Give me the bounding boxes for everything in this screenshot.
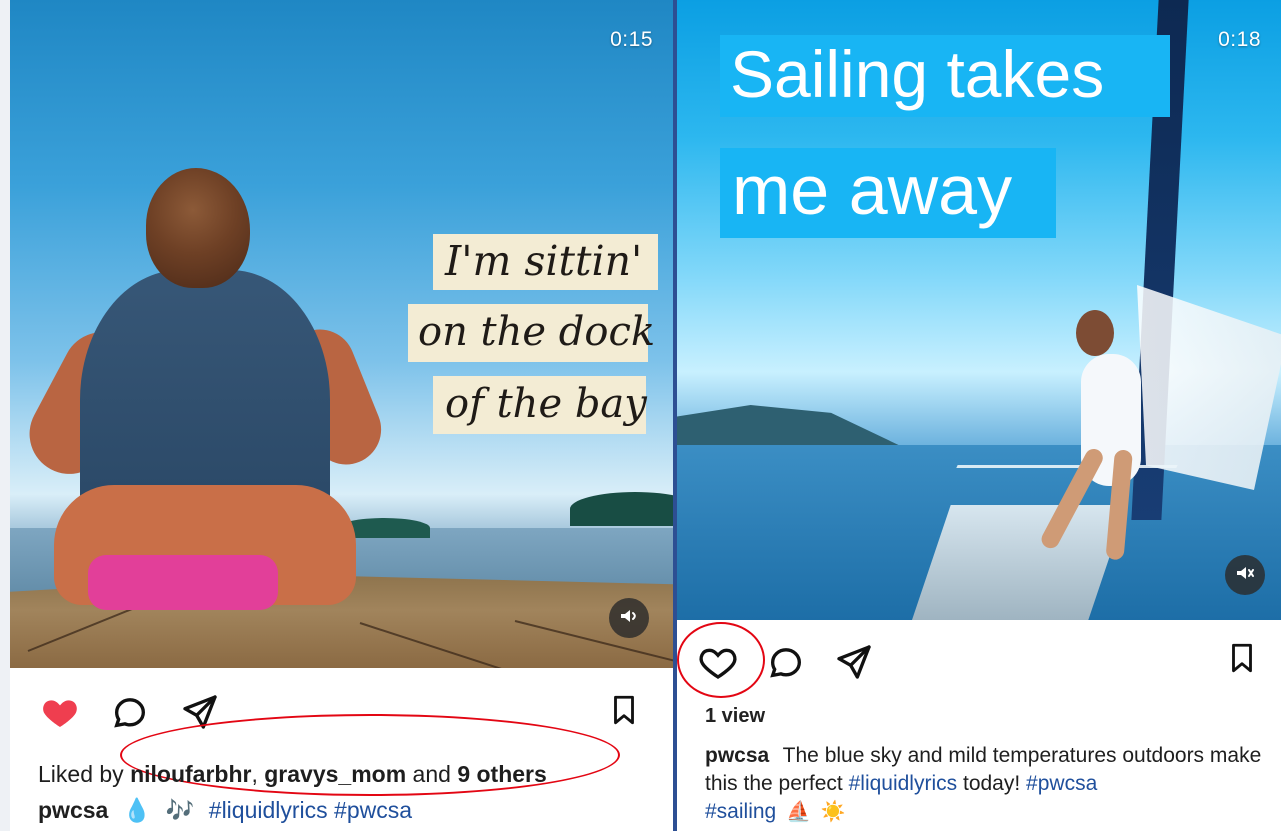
likes-others-link[interactable]: 9 others xyxy=(457,761,546,787)
heart-icon[interactable] xyxy=(38,690,82,734)
sun-icon: ☀️ xyxy=(820,801,846,823)
left-post-card: 0:15 I'm sittin' on the dock of the bay xyxy=(10,0,675,831)
left-island-large xyxy=(570,492,673,526)
right-island xyxy=(677,405,907,449)
right-action-row xyxy=(696,640,876,684)
right-audio-toggle[interactable] xyxy=(1225,555,1265,595)
right-caption-username[interactable]: pwcsa xyxy=(705,744,769,767)
left-hashtag-pwcsa[interactable]: #pwcsa xyxy=(334,797,412,823)
left-audio-toggle[interactable] xyxy=(609,598,649,638)
sailboat-icon: ⛵ xyxy=(786,801,811,823)
comment-icon[interactable] xyxy=(108,690,152,734)
water-drop-icon: 💧 xyxy=(122,797,152,823)
left-person-hair xyxy=(146,168,250,288)
left-hashtag-liquidlyrics[interactable]: #liquidlyrics xyxy=(209,797,328,823)
liked-user-one[interactable]: niloufarbhr xyxy=(130,761,251,787)
left-caption-username[interactable]: pwcsa xyxy=(38,797,108,823)
mute-icon xyxy=(1233,561,1257,590)
likes-separator: , xyxy=(251,761,265,787)
left-person-shorts xyxy=(88,555,278,610)
share-icon[interactable] xyxy=(832,640,876,684)
bookmark-icon[interactable] xyxy=(1221,636,1263,680)
left-video-player[interactable]: 0:15 I'm sittin' on the dock of the bay xyxy=(10,0,673,668)
likes-prefix: Liked by xyxy=(38,761,124,787)
right-overlay-line-1: Sailing takes xyxy=(720,35,1170,117)
left-overlay-line-2: on the dock xyxy=(408,304,655,362)
right-view-count: 1 view xyxy=(705,705,766,727)
right-person-head xyxy=(1076,310,1114,356)
speaker-icon xyxy=(617,604,641,633)
likes-middle: and xyxy=(412,761,451,787)
bookmark-icon[interactable] xyxy=(603,688,645,732)
right-video-player[interactable]: 0:18 Sailing takes me away xyxy=(677,0,1281,620)
left-caption: pwcsa 💧 🎶 #liquidlyrics #pwcsa xyxy=(38,797,412,824)
right-post-card: 0:18 Sailing takes me away 1 view pwcsa … xyxy=(675,0,1281,831)
right-caption-text-2: today! xyxy=(962,772,1021,795)
right-overlay-line-2: me away xyxy=(720,148,1056,238)
right-video-duration: 0:18 xyxy=(1218,28,1261,51)
liked-user-two[interactable]: gravys_mom xyxy=(264,761,406,787)
left-overlay-line-1: I'm sittin' xyxy=(433,234,658,290)
right-hashtag-liquidlyrics[interactable]: #liquidlyrics xyxy=(849,772,958,795)
instagram-post-comparison: 0:15 I'm sittin' on the dock of the bay xyxy=(0,0,1281,831)
comment-icon[interactable] xyxy=(764,640,808,684)
right-hashtag-pwcsa[interactable]: #pwcsa xyxy=(1026,772,1097,795)
right-hashtag-sailing[interactable]: #sailing xyxy=(705,800,776,823)
heart-outline-icon[interactable] xyxy=(696,640,740,684)
left-overlay-line-3: of the bay xyxy=(433,376,647,434)
sailboat-sail xyxy=(1137,285,1281,490)
right-caption: pwcsa The blue sky and mild temperatures… xyxy=(705,742,1270,826)
music-notes-icon: 🎶 xyxy=(165,797,195,823)
left-likes-summary: Liked by niloufarbhr, gravys_mom and 9 o… xyxy=(38,761,547,788)
left-video-duration: 0:15 xyxy=(610,28,653,51)
